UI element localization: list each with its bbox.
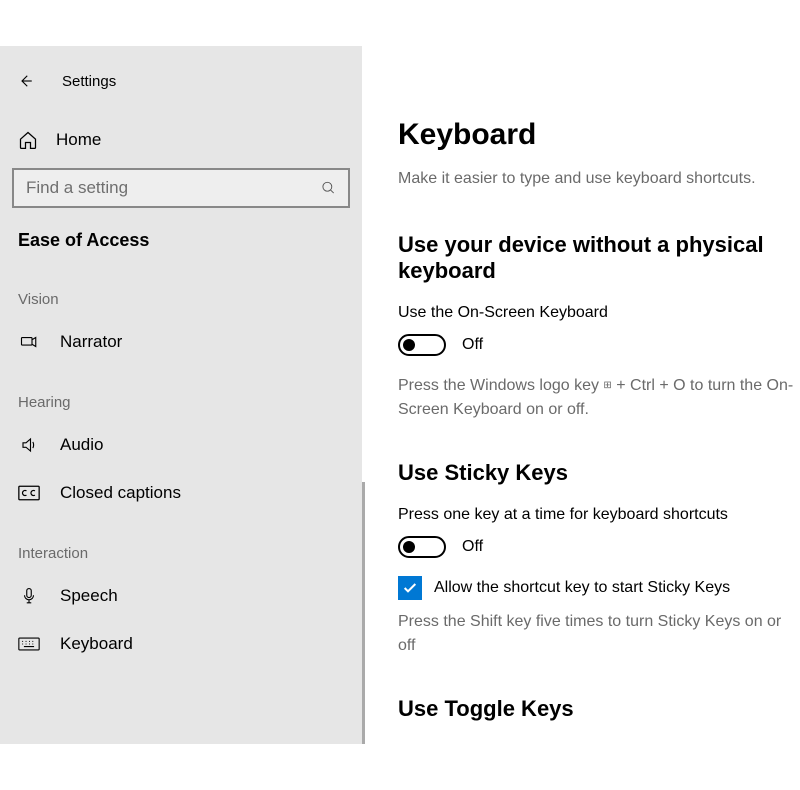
sidebar-item-closed-captions[interactable]: Closed captions bbox=[0, 469, 362, 517]
sidebar-group-hearing: Hearing bbox=[0, 366, 362, 421]
keyboard-icon bbox=[18, 635, 40, 653]
sidebar: Settings Home Ease of Access Vision Narr… bbox=[0, 46, 362, 744]
audio-icon bbox=[18, 436, 40, 454]
sticky-help-text: Press the Shift key five times to turn S… bbox=[398, 610, 800, 658]
page-title: Keyboard bbox=[398, 118, 800, 152]
home-label: Home bbox=[56, 130, 101, 150]
sticky-toggle-state: Off bbox=[462, 538, 483, 556]
sidebar-item-audio[interactable]: Audio bbox=[0, 421, 362, 469]
sticky-toggle[interactable] bbox=[398, 536, 446, 558]
sidebar-group-interaction: Interaction bbox=[0, 517, 362, 572]
sidebar-item-label: Speech bbox=[60, 586, 118, 606]
sticky-heading: Use Sticky Keys bbox=[398, 460, 800, 486]
sidebar-category-title: Ease of Access bbox=[0, 208, 362, 263]
osk-toggle[interactable] bbox=[398, 334, 446, 356]
sidebar-item-label: Closed captions bbox=[60, 483, 181, 503]
windows-key-icon: ⊞ bbox=[603, 378, 611, 393]
page-subtitle: Make it easier to type and use keyboard … bbox=[398, 170, 800, 188]
sidebar-group-vision: Vision bbox=[0, 263, 362, 318]
titlebar: Settings bbox=[0, 60, 362, 102]
sticky-shortcut-checkbox[interactable] bbox=[398, 576, 422, 600]
sticky-label: Press one key at a time for keyboard sho… bbox=[398, 506, 800, 524]
speech-icon bbox=[18, 587, 40, 605]
sidebar-item-home[interactable]: Home bbox=[0, 118, 362, 162]
toggle-keys-heading: Use Toggle Keys bbox=[398, 696, 800, 722]
app-title: Settings bbox=[62, 73, 116, 90]
home-icon bbox=[18, 130, 38, 150]
sidebar-item-speech[interactable]: Speech bbox=[0, 572, 362, 620]
scroll-indicator[interactable] bbox=[362, 482, 365, 744]
search-field[interactable] bbox=[26, 178, 321, 198]
sidebar-item-label: Narrator bbox=[60, 332, 122, 352]
osk-toggle-state: Off bbox=[462, 336, 483, 354]
osk-label: Use the On-Screen Keyboard bbox=[398, 304, 800, 322]
sidebar-item-narrator[interactable]: Narrator bbox=[0, 318, 362, 366]
captions-icon bbox=[18, 484, 40, 502]
osk-heading: Use your device without a physical keybo… bbox=[398, 232, 800, 284]
sticky-checkbox-label: Allow the shortcut key to start Sticky K… bbox=[434, 579, 730, 597]
osk-help-text: Press the Windows logo key ⊞ + Ctrl + O … bbox=[398, 374, 800, 422]
narrator-icon bbox=[18, 333, 40, 351]
sidebar-item-keyboard[interactable]: Keyboard bbox=[0, 620, 362, 668]
back-arrow-icon[interactable] bbox=[16, 72, 34, 90]
sidebar-item-label: Keyboard bbox=[60, 634, 133, 654]
search-input[interactable] bbox=[12, 168, 350, 208]
sidebar-item-label: Audio bbox=[60, 435, 103, 455]
search-icon bbox=[321, 180, 336, 196]
check-icon bbox=[402, 580, 418, 596]
main-content: Keyboard Make it easier to type and use … bbox=[362, 46, 800, 744]
